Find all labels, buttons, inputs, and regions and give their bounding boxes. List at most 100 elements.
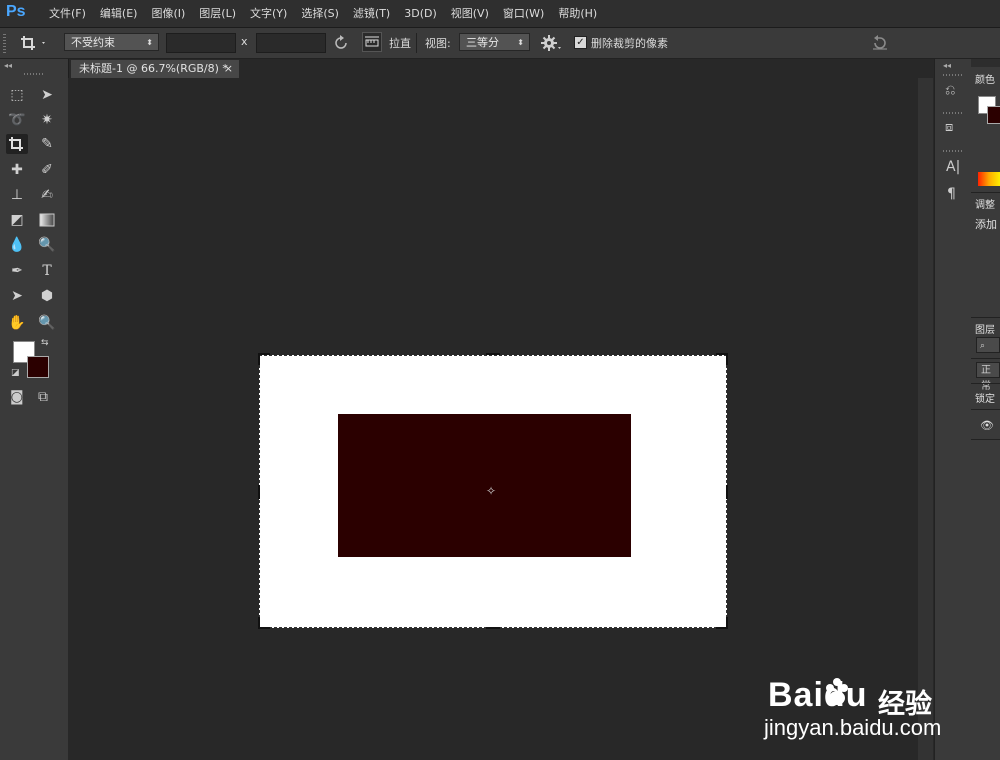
eraser-tool-icon[interactable]: ◩ <box>6 210 28 230</box>
layers-panel-tab[interactable]: 图层 <box>975 321 995 336</box>
color-ramp[interactable] <box>978 172 1000 186</box>
straighten-button[interactable] <box>362 32 382 52</box>
menu-edit[interactable]: 编辑(E) <box>93 0 145 27</box>
brush-tool-icon[interactable]: ✐ <box>36 160 58 180</box>
gradient-tool-icon[interactable] <box>36 210 58 230</box>
crop-handle-bottom-left[interactable] <box>258 617 260 629</box>
adjustments-panel-tab[interactable]: 调整 <box>975 196 995 211</box>
x-label: x <box>241 35 248 48</box>
type-tool-icon[interactable]: T <box>36 261 58 281</box>
delete-cropped-checkbox[interactable]: ✓ <box>574 36 587 49</box>
collapse-toolbox-icon[interactable]: ◂◂ <box>4 61 12 70</box>
toolbox: ◂◂ ⬚ ➤ ➰ ✷ ✎ ✚ ✐ ⊥ ✍ ◩ 💧 🔍 ✒ T ➤ ⬢ ✋ 🔍 ⇆… <box>0 59 69 760</box>
document-tab-title: 未标题-1 @ 66.7%(RGB/8) * <box>79 62 228 75</box>
marquee-tool-icon[interactable]: ⬚ <box>6 85 28 105</box>
panel-grip[interactable] <box>943 150 963 152</box>
character-panel-icon[interactable]: A| <box>946 159 960 175</box>
panel-divider <box>971 317 1000 318</box>
properties-panel-icon[interactable]: ⧈ <box>945 120 953 135</box>
paragraph-panel-icon[interactable]: ¶ <box>947 186 956 202</box>
reset-icon <box>873 35 887 50</box>
vertical-scrollbar[interactable] <box>918 78 933 760</box>
panel-divider <box>971 192 1000 193</box>
screen-mode-icon[interactable]: ⧉ <box>38 389 48 405</box>
chevron-updown-icon: ⬍ <box>517 38 524 47</box>
pen-tool-icon[interactable]: ✒ <box>6 261 28 281</box>
default-colors-icon[interactable]: ◪ <box>11 368 20 378</box>
path-selection-tool-icon[interactable]: ➤ <box>6 286 28 306</box>
eyedropper-tool-icon[interactable]: ✎ <box>36 134 58 154</box>
shape-tool-icon[interactable]: ⬢ <box>36 286 58 306</box>
adjustments-add-label: 添加 <box>975 218 997 231</box>
zoom-tool-icon[interactable]: 🔍 <box>36 313 58 333</box>
reset-crop-button[interactable] <box>870 34 890 55</box>
rotate-icon <box>335 35 347 49</box>
crop-handle-left[interactable] <box>258 485 260 499</box>
background-color-swatch[interactable] <box>27 356 49 378</box>
panel-grip[interactable] <box>943 74 963 76</box>
menu-bar: Ps 文件(F) 编辑(E) 图像(I) 图层(L) 文字(Y) 选择(S) 滤… <box>0 0 1000 28</box>
hand-tool-icon[interactable]: ✋ <box>6 313 28 333</box>
healing-brush-tool-icon[interactable]: ✚ <box>6 160 28 180</box>
dodge-tool-icon[interactable]: 🔍 <box>36 235 58 255</box>
menu-window[interactable]: 窗口(W) <box>496 0 551 27</box>
tool-preset-picker[interactable] <box>18 33 48 53</box>
clone-stamp-tool-icon[interactable]: ⊥ <box>6 185 28 205</box>
crop-handle-top-right[interactable] <box>726 353 728 365</box>
swap-dimensions-button[interactable] <box>332 34 350 55</box>
panel-header <box>971 59 1000 67</box>
layer-visibility-eye-icon[interactable]: 👁 <box>980 419 994 432</box>
menu-select[interactable]: 选择(S) <box>294 0 346 27</box>
crop-center-icon: ✧ <box>486 484 497 498</box>
panel-background-swatch[interactable] <box>987 106 1000 124</box>
crop-handle-bottom[interactable] <box>486 627 500 629</box>
crop-handle-right[interactable] <box>726 485 728 499</box>
panel-divider <box>971 358 1000 359</box>
panel-divider <box>971 439 1000 440</box>
menu-view[interactable]: 视图(V) <box>444 0 496 27</box>
menu-filter[interactable]: 滤镜(T) <box>346 0 397 27</box>
panel-icon-strip: ◂◂ ⎌ ⧈ A| ¶ <box>934 59 972 760</box>
menu-image[interactable]: 图像(I) <box>144 0 192 27</box>
blur-tool-icon[interactable]: 💧 <box>6 235 28 255</box>
history-brush-tool-icon[interactable]: ✍ <box>36 185 58 205</box>
close-tab-icon[interactable]: × <box>224 60 233 78</box>
lock-label: 锁定 <box>975 394 995 405</box>
menu-layer[interactable]: 图层(L) <box>192 0 243 27</box>
dark-rectangle-layer[interactable] <box>338 414 631 557</box>
crop-handle-top[interactable] <box>486 353 500 355</box>
straighten-label: 拉直 <box>389 37 411 50</box>
width-field[interactable] <box>166 33 236 53</box>
menu-3d[interactable]: 3D(D) <box>397 0 444 27</box>
panel-dock: 颜色 调整 添加 图层 ⌕ 正常 锁定 👁 <box>971 59 1000 760</box>
color-panel-tab[interactable]: 颜色 <box>975 71 995 86</box>
crop-handle-bottom-right[interactable] <box>726 617 728 629</box>
panel-grip[interactable] <box>943 112 963 114</box>
height-field[interactable] <box>256 33 326 53</box>
gear-icon <box>541 35 561 51</box>
blend-mode-select[interactable]: 正常 <box>976 362 1000 392</box>
options-bar: 不受约束 ⬍ x 拉直 视图: 三等分 ⬍ ✓ 删除裁剪的像素 <box>0 28 1000 59</box>
ratio-select[interactable]: 不受约束 ⬍ <box>64 33 159 51</box>
history-panel-icon[interactable]: ⎌ <box>945 83 955 98</box>
menu-file[interactable]: 文件(F) <box>42 0 93 27</box>
gradient-glyph-icon <box>39 213 55 227</box>
toolbox-grip[interactable] <box>24 73 44 75</box>
view-select[interactable]: 三等分 ⬍ <box>459 33 530 51</box>
crop-settings-button[interactable] <box>540 34 562 55</box>
crop-tool-icon <box>21 36 45 50</box>
delete-cropped-label: 删除裁剪的像素 <box>591 37 668 50</box>
quick-mask-icon[interactable]: ◙ <box>10 389 24 405</box>
menu-help[interactable]: 帮助(H) <box>551 0 604 27</box>
collapse-panels-icon[interactable]: ◂◂ <box>943 61 951 70</box>
document-tab[interactable]: 未标题-1 @ 66.7%(RGB/8) * × <box>71 60 239 78</box>
crop-handle-top-left[interactable] <box>258 353 260 365</box>
move-tool-icon[interactable]: ➤ <box>36 85 58 105</box>
crop-tool-icon[interactable] <box>6 134 28 154</box>
menu-type[interactable]: 文字(Y) <box>243 0 294 27</box>
crop-glyph-icon <box>9 137 23 151</box>
lasso-tool-icon[interactable]: ➰ <box>6 110 28 130</box>
magic-wand-tool-icon[interactable]: ✷ <box>36 110 58 130</box>
layer-filter-search[interactable]: ⌕ <box>976 337 1000 353</box>
swap-colors-icon[interactable]: ⇆ <box>41 338 49 348</box>
